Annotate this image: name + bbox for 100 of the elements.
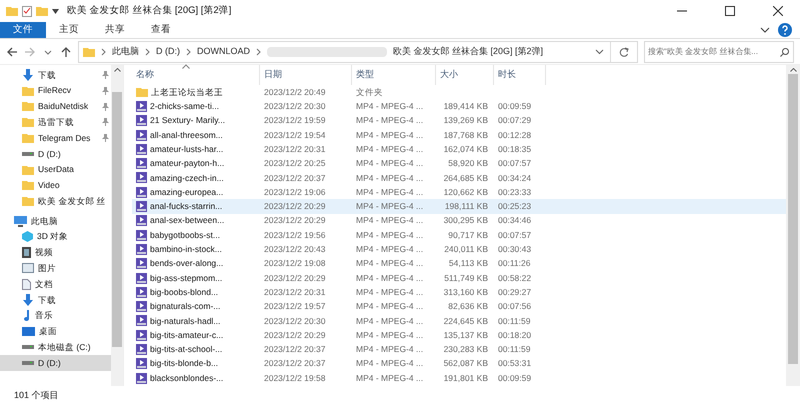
sidebar-item[interactable]: 音乐: [0, 308, 111, 324]
file-row[interactable]: bends-over-along... 2023/12/2 19:08 MP4 - MPEG-4 ... 54,113 KB 00:11:26: [132, 256, 786, 271]
music-note-icon: [22, 310, 31, 322]
table-cell: 00:34:46: [498, 214, 532, 228]
arrow-icon: [60, 46, 72, 58]
sidebar-item[interactable]: 桌面: [0, 324, 111, 340]
table-cell: 191,801 KB: [444, 372, 488, 384]
sidebar-item[interactable]: Telegram Des: [0, 130, 111, 146]
folder-icon: [6, 6, 18, 16]
table-cell: MP4 - MPEG-4 ...: [356, 257, 424, 270]
file-row[interactable]: 21 Sextury- Marily... 2023/12/2 19:59 MP4 - MPEG-4 ... 139,269 KB 00:07:29: [132, 114, 786, 128]
file-name: 上老王论坛当老王: [151, 86, 223, 99]
file-row[interactable]: big-naturals-hadl... 2023/12/2 20:30 MP4 - MPEG-4 ... 224,645 KB 00:11:59: [132, 314, 786, 328]
column-header[interactable]: 大小: [436, 65, 494, 85]
file-row[interactable]: anal-sex-between... 2023/12/2 20:29 MP4 - MPEG-4 ... 300,295 KB 00:34:46: [132, 214, 786, 228]
table-cell: 162,074 KB: [444, 142, 488, 156]
video-file-icon: [136, 230, 147, 241]
sidebar-item[interactable]: 迅雷下载: [0, 114, 111, 130]
file-row[interactable]: amateur-lusts-har... 2023/12/2 20:31 MP4 - MPEG-4 ... 162,074 KB 00:18:35: [132, 142, 786, 156]
file-row[interactable]: bignaturals-com-... 2023/12/2 19:57 MP4 - MPEG-4 ... 82,636 KB 00:07:56: [132, 299, 786, 314]
sidebar-item[interactable]: BaiduNetdisk: [0, 98, 111, 114]
file-name: bignaturals-com-...: [150, 300, 220, 313]
table-cell: 00:12:28: [498, 128, 532, 142]
file-name: big-ass-stepmom...: [150, 272, 222, 284]
help-icon: [778, 23, 792, 37]
window-title: 欧美 金发女郎 丝袜合集 [20G] [第2弹]: [67, 4, 232, 18]
sidebar-item[interactable]: FileRecv: [0, 82, 111, 99]
sidebar-item[interactable]: 图片: [0, 260, 111, 276]
video-file-icon: [136, 258, 147, 270]
breadcrumb-item[interactable]: 此电脑: [112, 44, 139, 58]
breadcrumb-item[interactable]: D (D:): [156, 44, 180, 58]
table-cell: 2023/12/2 19:57: [264, 300, 326, 313]
back-button[interactable]: [6, 46, 18, 58]
sidebar-item[interactable]: D (D:): [0, 355, 111, 372]
video-file-icon: [136, 372, 147, 384]
search-field[interactable]: 搜索"欧美 金发女郎 丝袜合集...: [644, 40, 794, 62]
sidebar-item[interactable]: D (D:): [0, 146, 111, 162]
scrollbar[interactable]: [111, 65, 123, 386]
breadcrumb-item[interactable]: 欧美 金发女郎 丝袜合集 [20G] [第2弹]: [393, 44, 544, 58]
table-cell: 00:11:59: [498, 343, 530, 356]
file-row[interactable]: amazing-europea... 2023/12/2 19:06 MP4 - MPEG-4 ... 120,662 KB 00:23:33: [132, 185, 786, 200]
file-row[interactable]: blacksonblondes-... 2023/12/2 19:58 MP4 - MPEG-4 ... 191,801 KB 00:09:59: [132, 370, 786, 386]
chevron-right-icon: [186, 48, 191, 56]
ribbon-tab[interactable]: 主页: [46, 22, 92, 38]
file-row[interactable]: big-tits-blonde-b... 2023/12/2 20:37 MP4 - MPEG-4 ... 562,087 KB 00:53:31: [132, 356, 786, 371]
address-bar[interactable]: 此电脑 D (D:) DOWNLOAD 欧美 金发女郎 丝袜合集 [20G] [第2弹]: [78, 40, 638, 62]
document-icon: [22, 278, 31, 290]
file-name: big-tits-at-school-...: [150, 343, 222, 356]
file-row[interactable]: big-tits-amateur-c... 2023/12/2 20:29 MP4 - MPEG-4 ... 135,137 KB 00:18:20: [132, 328, 786, 342]
up-button[interactable]: [60, 46, 72, 58]
help-button[interactable]: [778, 23, 792, 38]
table-cell: 00:09:59: [498, 100, 532, 113]
sidebar-item[interactable]: 文档: [0, 276, 111, 292]
sidebar-item[interactable]: 下载: [0, 67, 111, 83]
file-row[interactable]: all-anal-threesom... 2023/12/2 19:54 MP4 - MPEG-4 ... 187,768 KB 00:12:28: [132, 128, 786, 142]
file-row[interactable]: 上老王论坛当老王 2023/12/2 20:49 文件夹: [132, 85, 786, 100]
sidebar-item[interactable]: 此电脑: [0, 213, 111, 229]
file-name: 2-chicks-same-ti...: [150, 100, 219, 113]
file-row[interactable]: 2-chicks-same-ti... 2023/12/2 20:30 MP4 - MPEG-4 ... 189,414 KB 00:09:59: [132, 99, 786, 114]
ribbon-tab[interactable]: 文件: [0, 22, 46, 38]
sidebar-item[interactable]: UserData: [0, 162, 111, 178]
table-cell: 00:58:22: [498, 272, 532, 284]
file-row[interactable]: amazing-czech-in... 2023/12/2 20:37 MP4 - MPEG-4 ... 264,685 KB 00:34:24: [132, 170, 786, 186]
chevron-right-icon: [101, 48, 106, 56]
file-row[interactable]: amateur-payton-h... 2023/12/2 20:25 MP4 - MPEG-4 ... 58,920 KB 00:07:57: [132, 156, 786, 171]
chevron-right-icon: [145, 48, 150, 56]
sidebar-item[interactable]: 3D 对象: [0, 228, 111, 245]
table-cell: 00:11:59: [498, 314, 530, 328]
search-icon: [780, 48, 789, 56]
file-row[interactable]: babygotboobs-st... 2023/12/2 19:56 MP4 - MPEG-4 ... 90,717 KB 00:07:57: [132, 228, 786, 242]
picture-icon: [22, 263, 34, 274]
chevron-right-icon: [256, 48, 262, 56]
ribbon-tab[interactable]: 共享: [92, 22, 138, 38]
sidebar-item[interactable]: 本地磁盘 (C:): [0, 340, 111, 356]
sidebar-item[interactable]: 下载: [0, 292, 111, 308]
video-file-icon: [136, 244, 147, 255]
file-row[interactable]: big-boobs-blond... 2023/12/2 20:31 MP4 - MPEG-4 ... 313,160 KB 00:29:27: [132, 285, 786, 300]
table-cell: 2023/12/2 20:37: [264, 357, 326, 370]
arrow-icon: [24, 46, 36, 58]
table-cell: 187,768 KB: [444, 128, 488, 142]
file-row[interactable]: big-ass-stepmom... 2023/12/2 20:29 MP4 - MPEG-4 ... 511,749 KB 00:58:22: [132, 270, 786, 286]
sort-caret-icon: [182, 64, 190, 69]
file-row[interactable]: bambino-in-stock... 2023/12/2 20:43 MP4 - MPEG-4 ... 240,011 KB 00:30:43: [132, 242, 786, 257]
sidebar-item[interactable]: 视频: [0, 244, 111, 261]
table-cell: 2023/12/2 20:31: [264, 142, 326, 156]
column-header[interactable]: 日期: [260, 65, 352, 85]
column-header[interactable]: 类型: [352, 65, 436, 85]
sidebar-item[interactable]: 欧美 金发女郎 丝: [0, 193, 111, 210]
sidebar-item[interactable]: Video: [0, 178, 111, 194]
ribbon-tab[interactable]: 查看: [138, 22, 184, 38]
column-header[interactable]: 名称: [132, 65, 260, 85]
close-icon: [773, 6, 783, 16]
column-header[interactable]: 时长: [494, 65, 546, 85]
scrollbar[interactable]: [786, 65, 800, 386]
table-cell: 224,645 KB: [444, 314, 488, 328]
file-row[interactable]: anal-fucks-starrin... 2023/12/2 20:29 MP4 - MPEG-4 ... 198,111 KB 00:25:23: [132, 199, 786, 214]
file-row[interactable]: big-tits-at-school-... 2023/12/2 20:37 MP4 - MPEG-4 ... 230,283 KB 00:11:59: [132, 342, 786, 357]
download-arrow-icon: [22, 68, 34, 81]
table-cell: MP4 - MPEG-4 ...: [356, 372, 424, 384]
breadcrumb-item[interactable]: DOWNLOAD: [197, 44, 250, 58]
